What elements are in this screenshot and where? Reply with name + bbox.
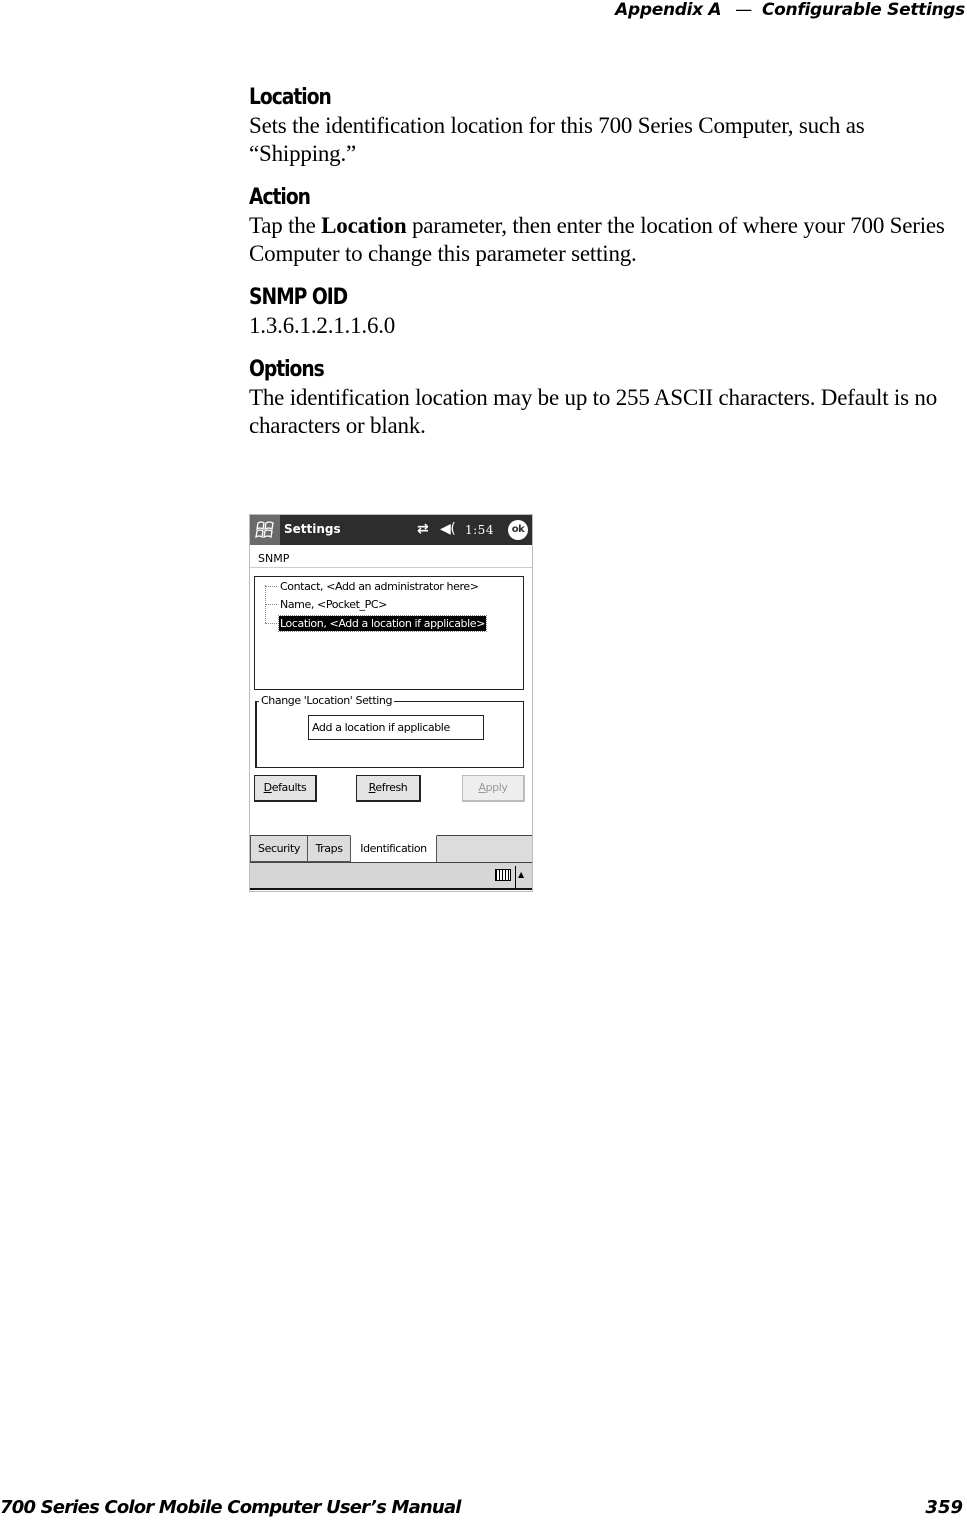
ok-button[interactable]: ok (508, 520, 528, 540)
section-body: Tap the Location parameter, then enter t… (249, 212, 949, 268)
keyboard-icon[interactable] (495, 869, 511, 881)
button-label: efresh (375, 781, 408, 794)
running-header: Appendix A — Configurable Settings (615, 0, 965, 22)
section-snmp-oid: SNMP OID 1.3.6.1.2.1.1.6.0 (249, 284, 967, 340)
app-title: Settings (284, 522, 341, 536)
apply-button[interactable]: Apply (462, 775, 525, 802)
tree-connector (265, 586, 277, 587)
refresh-button[interactable]: Refresh (356, 775, 421, 802)
oid-value: 1.3.6.1.2.1.1.6.0 (249, 313, 396, 338)
speaker-icon[interactable]: ◀( (440, 521, 456, 537)
tab-identification[interactable]: Identification (350, 835, 437, 863)
clock[interactable]: 1:54 (465, 523, 494, 537)
main-content: Location Sets the identification locatio… (249, 84, 967, 456)
button-label: efaults (271, 781, 307, 794)
start-button[interactable] (250, 515, 280, 545)
parameter-name: Location (321, 213, 407, 238)
tree-connector (265, 604, 277, 605)
section-heading: SNMP OID (249, 285, 348, 310)
section-heading: Action (249, 185, 311, 210)
manual-title: 700 Series Color Mobile Computer User’s … (0, 1497, 461, 1518)
section-options: Options The identification location may … (249, 356, 967, 440)
divider (515, 866, 516, 888)
title-bar: Settings ⇄ ◀( 1:54 ok (250, 515, 532, 545)
header-separator: — (735, 0, 752, 20)
divider (250, 567, 532, 568)
tree-item-contact[interactable]: Contact, <Add an administrator here> (279, 579, 480, 594)
location-input[interactable] (308, 715, 484, 740)
chapter-title: Configurable Settings (762, 0, 965, 20)
defaults-button[interactable]: Defaults (254, 775, 317, 802)
section-heading: Location (249, 85, 332, 110)
tree-item-name[interactable]: Name, <Pocket_PC> (279, 597, 388, 612)
tree-item-location[interactable]: Location, <Add a location if applicable> (278, 615, 487, 632)
menu-bar: ▲ (250, 862, 532, 890)
mnemonic: D (263, 781, 272, 794)
parameter-tree[interactable]: Contact, <Add an administrator here> Nam… (254, 576, 524, 690)
section-body: The identification location may be up to… (249, 385, 938, 438)
page-label: SNMP (258, 552, 290, 565)
body-text: Tap the (249, 213, 322, 238)
tree-connector (265, 623, 277, 624)
windows-flag-icon (255, 521, 274, 539)
mnemonic: A (478, 781, 486, 794)
button-label: pply (485, 781, 508, 794)
device-screenshot: Settings ⇄ ◀( 1:54 ok SNMP Contact, <Add… (249, 514, 533, 892)
section-heading: Options (249, 357, 325, 382)
section-action: Action Tap the Location parameter, then … (249, 184, 967, 268)
connectivity-icon[interactable]: ⇄ (417, 521, 429, 537)
input-panel-arrow-icon[interactable]: ▲ (518, 870, 524, 879)
appendix-label: Appendix A (615, 0, 722, 20)
tab-traps[interactable]: Traps (307, 835, 351, 862)
section-location: Location Sets the identification locatio… (249, 84, 967, 168)
section-body: Sets the identification location for thi… (249, 113, 865, 166)
group-legend: Change 'Location' Setting (259, 694, 395, 707)
change-setting-group: Change 'Location' Setting (255, 694, 524, 768)
page-number: 359 (925, 1497, 963, 1518)
tab-security[interactable]: Security (250, 835, 308, 862)
tab-strip: Security Traps Identification (250, 835, 532, 863)
